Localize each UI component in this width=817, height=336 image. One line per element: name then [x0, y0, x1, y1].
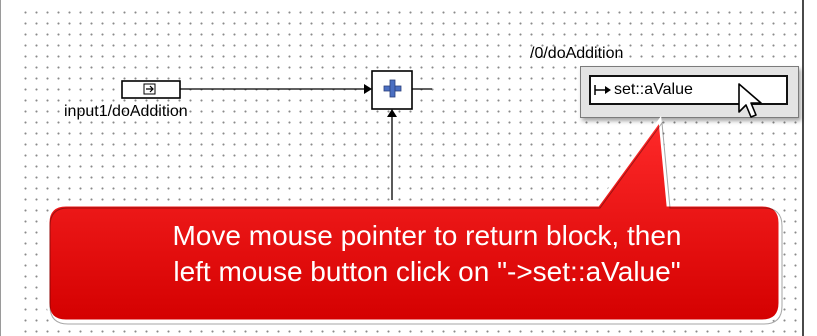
callout-line-2: left mouse button click on "->set::aValu…: [173, 256, 681, 287]
callout-line-1: Move mouse pointer to return block, then: [172, 220, 682, 251]
callout-text: Move mouse pointer to return block, then…: [52, 218, 802, 290]
